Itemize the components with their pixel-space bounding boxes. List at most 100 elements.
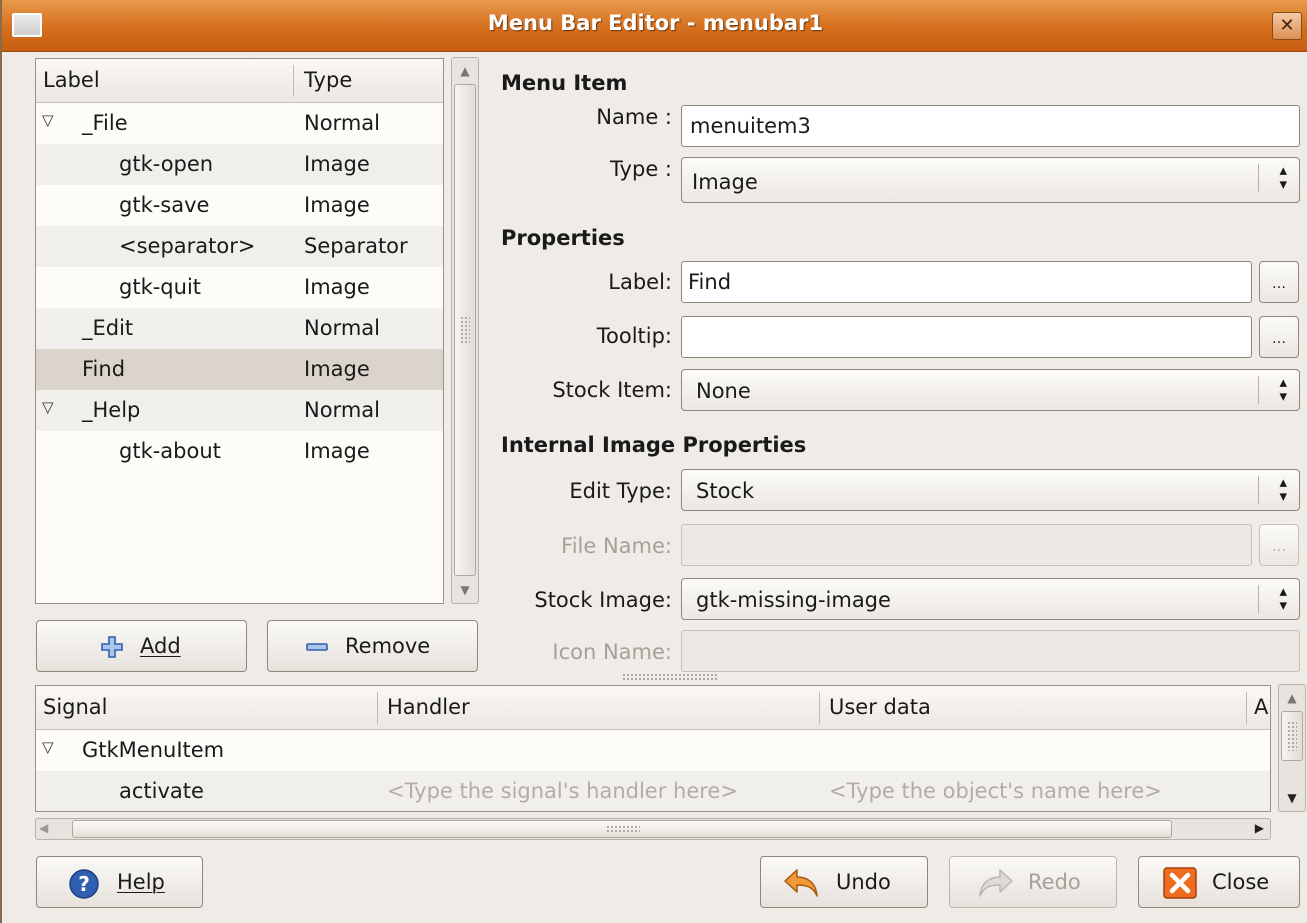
undo-button[interactable]: Undo [760,856,928,908]
redo-button-label: Redo [1028,870,1081,894]
stock-item-label: Stock Item: [552,378,672,402]
label-field-label: Label: [608,270,672,294]
tree-row[interactable]: ▽ _File Normal [36,103,443,144]
tree-row-label: <separator> [119,234,256,258]
tooltip-label: Tooltip: [596,324,672,348]
expander-icon[interactable]: ▽ [42,738,54,756]
tree-row-label: Find [82,357,126,381]
combo-arrows-icon: ▴ ▾ [1279,373,1287,405]
plus-icon [101,636,123,658]
pane-resize-handle[interactable] [622,673,718,681]
help-button[interactable]: ? Help [36,856,203,908]
tree-row-label: _Help [82,398,141,422]
signals-header: Signal Handler User data A [36,686,1270,730]
type-label: Type : [610,157,672,181]
menu-item-heading: Menu Item [501,71,628,95]
tree-row[interactable]: gtk-about Image [36,431,443,472]
stock-image-select[interactable]: gtk-missing-image ▴ ▾ [681,578,1300,620]
tree-row-type: Image [304,275,370,299]
tree-row-type: Image [304,193,370,217]
expander-icon[interactable]: ▽ [42,111,54,129]
tree-row-type: Normal [304,111,380,135]
add-button[interactable]: Add [36,620,247,672]
signals-table[interactable]: Signal Handler User data A ▽ GtkMenuItem… [35,685,1271,812]
tree-row-type: Separator [304,234,408,258]
tree-row[interactable]: gtk-open Image [36,144,443,185]
column-header-signal[interactable]: Signal [43,695,108,719]
scroll-down-icon[interactable]: ▼ [1279,785,1305,811]
column-header-type[interactable]: Type [304,68,352,92]
handler-cell[interactable]: <Type the signal's handler here> [387,779,738,803]
svg-text:?: ? [78,872,90,896]
tree-row-type: Normal [304,398,380,422]
scroll-down-icon[interactable]: ▼ [452,577,478,603]
scroll-right-icon[interactable]: ▶ [1255,821,1264,835]
help-icon: ? [69,869,99,899]
tree-row[interactable]: _Edit Normal [36,308,443,349]
tree-header: Label Type [36,59,443,103]
redo-arrow-icon [979,869,1013,897]
tree-row-label: gtk-save [119,193,210,217]
combo-arrows-icon: ▴ ▾ [1279,582,1287,614]
redo-button[interactable]: Redo [949,856,1117,908]
scroll-up-icon[interactable]: ▲ [1279,685,1305,711]
tree-row[interactable]: gtk-save Image [36,185,443,226]
menu-tree[interactable]: Label Type ▽ _File Normal gtk-open Image gtk-… [35,58,444,604]
edit-type-select[interactable]: Stock ▴ ▾ [681,469,1300,511]
tree-scrollbar[interactable]: ▲ ▼ [451,57,479,604]
tree-row-type: Image [304,439,370,463]
name-field[interactable]: menuitem3 [681,105,1300,147]
signals-horizontal-scrollbar[interactable]: ◀ ▶ [35,818,1271,840]
close-button[interactable]: Close [1138,856,1300,908]
column-header-label[interactable]: Label [43,68,100,92]
scroll-left-icon[interactable]: ◀ [39,821,48,835]
tree-row-type: Normal [304,316,380,340]
label-field[interactable]: Find [681,261,1252,303]
properties-heading: Properties [501,226,625,250]
add-button-label: Add [140,634,181,658]
stock-item-select[interactable]: None ▴ ▾ [681,369,1300,411]
file-name-browse-button: … [1259,524,1299,566]
column-header-after[interactable]: A [1254,695,1268,719]
name-label: Name : [596,105,672,129]
tree-row-type: Image [304,152,370,176]
remove-button[interactable]: Remove [267,620,478,672]
icon-name-label: Icon Name: [552,640,672,664]
signal-group-row[interactable]: ▽ GtkMenuItem [36,730,1270,771]
tree-row-label: gtk-quit [119,275,202,299]
stock-image-label: Stock Image: [534,588,672,612]
close-button-label: Close [1212,870,1270,894]
tree-row[interactable]: Find Image [36,349,443,390]
tree-row[interactable]: gtk-quit Image [36,267,443,308]
tree-row[interactable]: ▽ _Help Normal [36,390,443,431]
signal-row[interactable]: activate <Type the signal's handler here… [36,771,1270,811]
column-header-user-data[interactable]: User data [829,695,931,719]
combo-arrows-icon: ▴ ▾ [1279,473,1287,505]
scroll-up-icon[interactable]: ▲ [452,58,478,84]
user-data-cell[interactable]: <Type the object's name here> [829,779,1162,803]
tooltip-field[interactable] [681,316,1252,358]
tree-row-type: Image [304,357,370,381]
label-edit-button[interactable]: … [1259,261,1299,303]
help-button-label: Help [117,870,165,894]
window-close-button[interactable]: ✕ [1272,12,1302,40]
signals-vertical-scrollbar[interactable]: ▲ ▼ [1278,684,1306,812]
tree-row[interactable]: <separator> Separator [36,226,443,267]
type-select[interactable]: Image ▴ ▾ [681,157,1300,203]
remove-button-label: Remove [345,634,431,658]
tooltip-edit-button[interactable]: … [1259,316,1299,358]
close-icon [1163,867,1197,899]
expander-icon[interactable]: ▽ [42,398,54,416]
internal-image-heading: Internal Image Properties [501,433,807,457]
tree-row-label: gtk-open [119,152,214,176]
tree-row-label: _File [82,111,128,135]
minus-icon [306,643,328,651]
combo-arrows-icon: ▴ ▾ [1279,161,1287,193]
icon-name-field [681,630,1300,672]
undo-arrow-icon [784,869,818,897]
column-header-handler[interactable]: Handler [387,695,470,719]
menu-bar-editor-window: Menu Bar Editor - menubar1 ✕ Label Type … [0,0,1307,923]
file-name-label: File Name: [561,534,672,558]
file-name-field [681,524,1252,566]
edit-type-label: Edit Type: [569,479,672,503]
